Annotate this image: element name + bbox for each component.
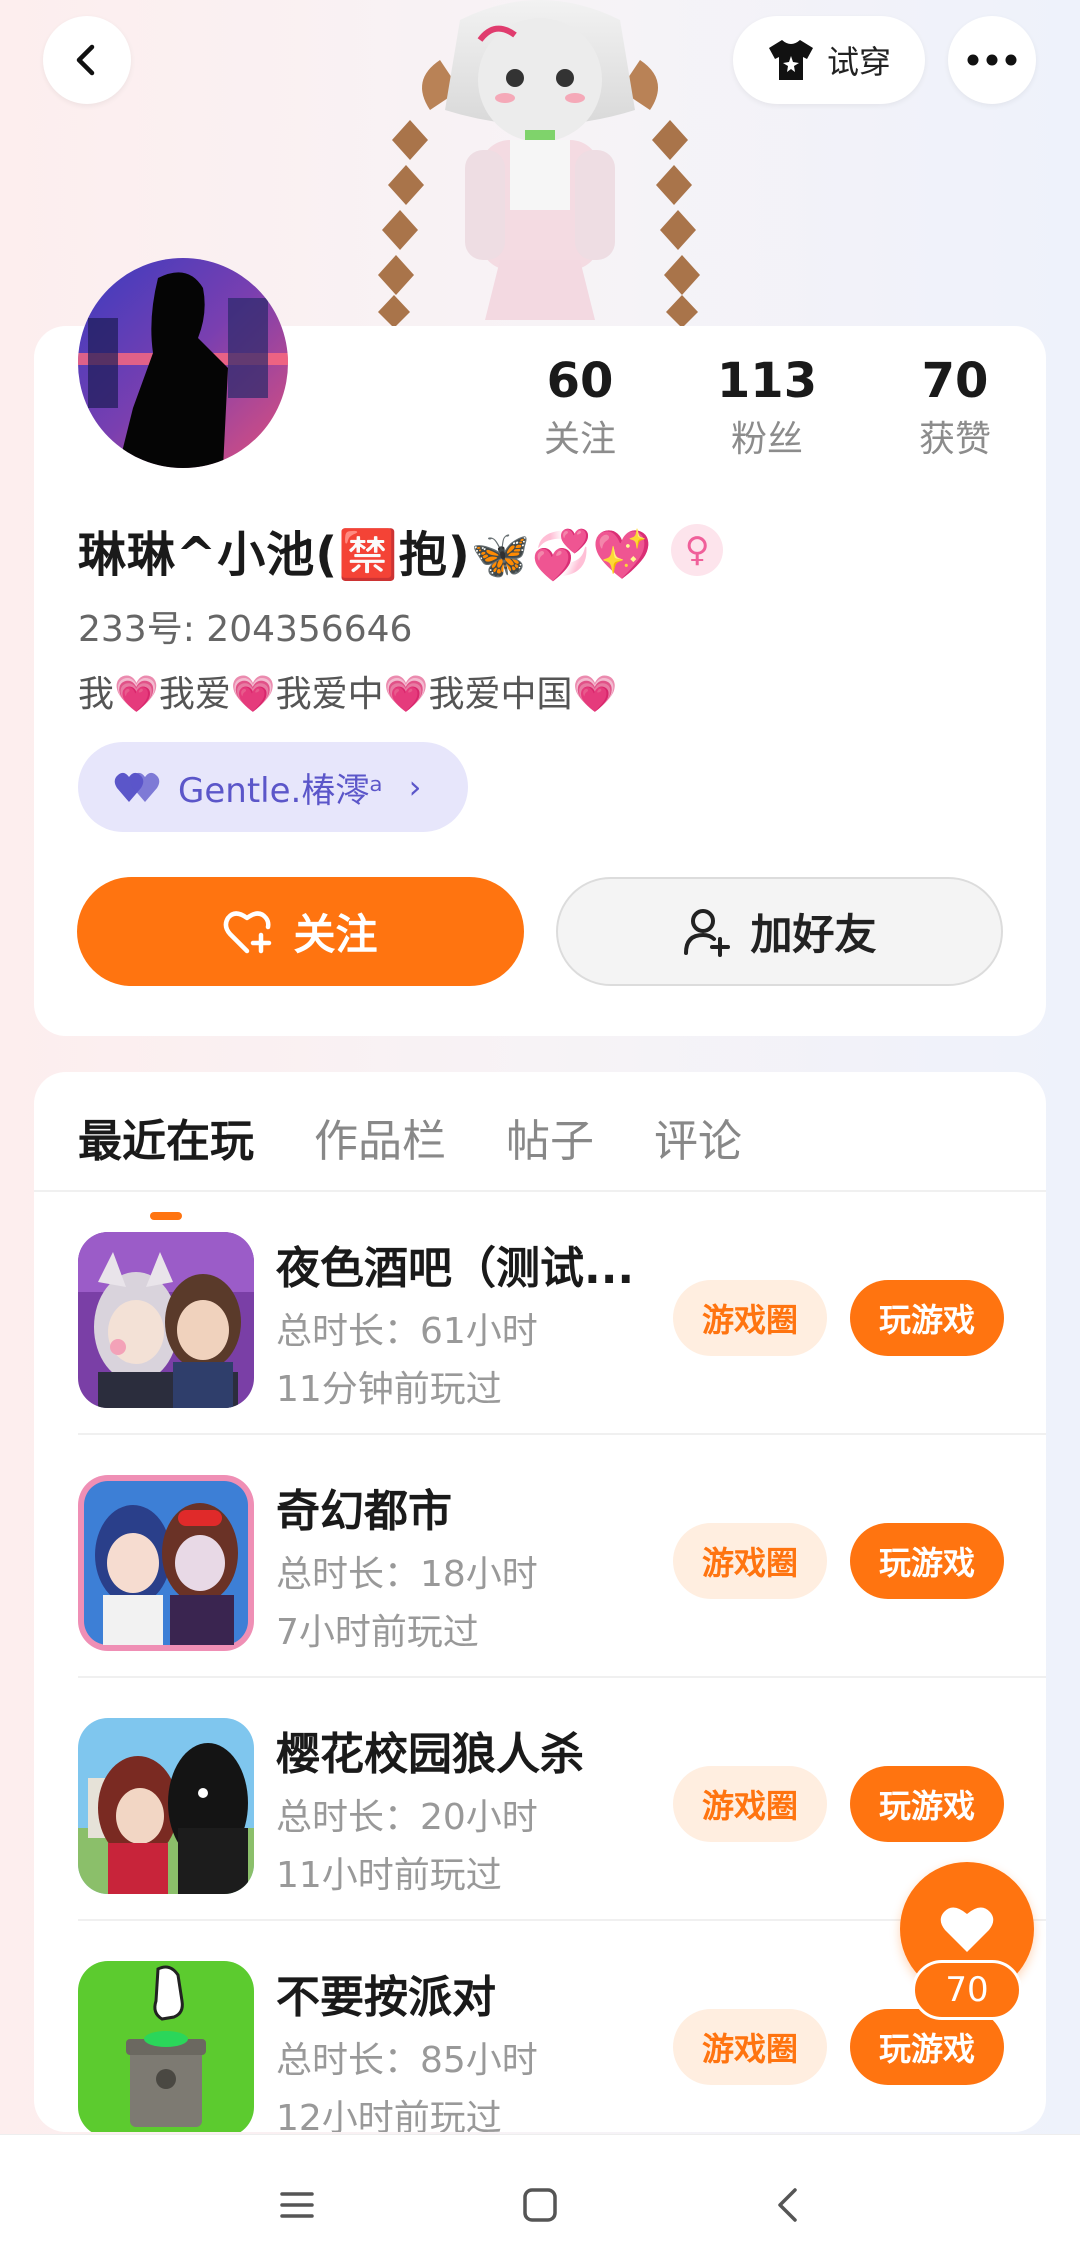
user-avatar[interactable] <box>78 258 288 468</box>
game-title: 夜色酒吧（测试... <box>276 1243 635 1294</box>
tab-label: 最近在玩 <box>78 1116 254 1167</box>
menu-icon <box>280 2192 314 2218</box>
game-icon-fantasy-city <box>78 1475 254 1651</box>
like-count-badge: 70 <box>912 1960 1022 2020</box>
user-id: 233号: 204356646 <box>78 609 413 650</box>
game-last-played: 12小时前玩过 <box>276 2098 502 2132</box>
stat-likes[interactable]: 70 获赞 <box>875 350 1035 468</box>
double-heart-icon <box>114 772 160 802</box>
game-duration: 总时长：20小时 <box>276 1797 538 1838</box>
game-duration: 总时长：61小时 <box>276 1311 538 1352</box>
game-circle-button[interactable]: 游戏圈 <box>673 1280 827 1356</box>
character-avatar-3d <box>378 0 700 328</box>
stat-label: 粉丝 <box>730 419 803 460</box>
heart-icon <box>940 1907 994 1952</box>
game-title: 奇幻都市 <box>276 1486 452 1537</box>
back-button[interactable] <box>43 16 131 104</box>
game-duration: 总时长：85小时 <box>276 2040 538 2081</box>
nickname: 琳琳^小池(🈲抱)🦋💞💖 <box>78 527 654 583</box>
add-friend-button[interactable]: 加好友 <box>556 877 1003 986</box>
list-item[interactable]: 不要按派对 总时长：85小时 12小时前玩过 游戏圈 玩游戏 <box>34 1921 1046 2132</box>
relationship-tag[interactable]: Gentle.椿澪ᵃ › <box>78 742 468 832</box>
follow-label: 关注 <box>293 910 378 959</box>
game-last-played: 11分钟前玩过 <box>276 1369 502 1410</box>
home-button[interactable] <box>510 2175 570 2235</box>
game-last-played: 11小时前玩过 <box>276 1855 502 1896</box>
female-icon: ♀ <box>671 524 724 576</box>
game-circle-button[interactable]: 游戏圈 <box>673 2009 827 2085</box>
more-button[interactable] <box>948 16 1036 104</box>
user-bio: 我💗我爱💗我爱中💗我爱中国💗 <box>78 674 618 715</box>
stat-fans[interactable]: 113 粉丝 <box>687 350 847 468</box>
more-dots-icon <box>967 54 1017 66</box>
play-game-button[interactable]: 玩游戏 <box>850 1766 1004 1842</box>
stat-label: 获赞 <box>918 419 991 460</box>
games-card: 最近在玩 作品栏 帖子 评论 夜色酒吧（测试... 总时长：61小时 11分钟前… <box>34 1072 1046 2132</box>
stat-label: 关注 <box>543 419 616 460</box>
try-on-label: 试穿 <box>826 43 891 81</box>
chevron-right-icon: › <box>408 768 422 806</box>
menu-button[interactable] <box>267 2175 327 2235</box>
game-icon-dont-press-party <box>78 1961 254 2132</box>
system-navigation-bar <box>0 2134 1080 2265</box>
user-stats: 60 关注 113 粉丝 70 获赞 <box>500 350 1020 480</box>
stat-value: 70 <box>921 353 989 409</box>
stat-value: 60 <box>546 353 614 409</box>
heart-plus-icon <box>224 910 272 953</box>
game-icon-night-bar <box>78 1232 254 1408</box>
game-last-played: 7小时前玩过 <box>276 1612 479 1653</box>
tab-label: 作品栏 <box>314 1116 446 1167</box>
list-item[interactable]: 夜色酒吧（测试... 总时长：61小时 11分钟前玩过 游戏圈 玩游戏 <box>34 1192 1046 1435</box>
add-friend-label: 加好友 <box>750 910 877 959</box>
game-duration: 总时长：18小时 <box>276 1554 538 1595</box>
chevron-left-icon <box>76 44 95 76</box>
tab-label: 评论 <box>654 1116 742 1167</box>
game-title: 樱花校园狼人杀 <box>276 1729 584 1780</box>
play-game-button[interactable]: 玩游戏 <box>850 2009 1004 2085</box>
game-circle-button[interactable]: 游戏圈 <box>673 1523 827 1599</box>
home-square-icon <box>523 2188 557 2222</box>
nickname-row: 琳琳^小池(🈲抱)🦋💞💖 ♀ <box>78 515 724 585</box>
list-item[interactable]: 樱花校园狼人杀 总时长：20小时 11小时前玩过 游戏圈 玩游戏 <box>34 1678 1046 1921</box>
game-title: 不要按派对 <box>276 1972 496 2023</box>
play-game-button[interactable]: 玩游戏 <box>850 1280 1004 1356</box>
add-user-icon <box>684 908 731 957</box>
play-game-button[interactable]: 玩游戏 <box>850 1523 1004 1599</box>
tshirt-icon <box>768 40 813 80</box>
back-triangle-icon <box>778 2188 797 2222</box>
game-icon-sakura-werewolf <box>78 1718 254 1894</box>
system-back-button[interactable] <box>757 2175 817 2235</box>
follow-button[interactable]: 关注 <box>77 877 524 986</box>
list-item[interactable]: 奇幻都市 总时长：18小时 7小时前玩过 游戏圈 玩游戏 <box>34 1435 1046 1678</box>
avatar-image <box>78 258 288 468</box>
try-on-button[interactable]: 试穿 <box>733 16 925 104</box>
tab-label: 帖子 <box>506 1116 594 1167</box>
stat-value: 113 <box>716 353 818 409</box>
relationship-tag-label: Gentle.椿澪ᵃ <box>178 770 383 811</box>
game-circle-button[interactable]: 游戏圈 <box>673 1766 827 1842</box>
stat-following[interactable]: 60 关注 <box>500 350 660 468</box>
